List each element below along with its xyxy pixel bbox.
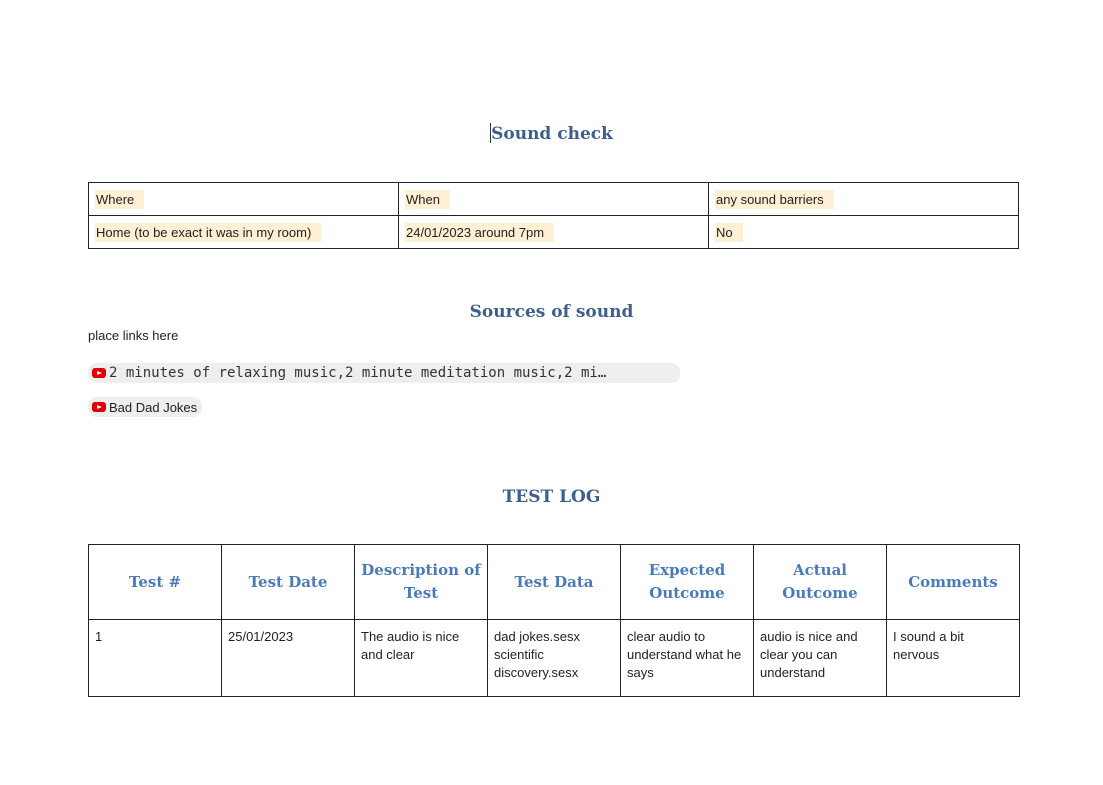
cell-test-date[interactable]: 25/01/2023 <box>221 619 355 697</box>
cell-text: any sound barriers <box>715 189 834 209</box>
column-header-expected-outcome[interactable]: Expected Outcome <box>620 544 754 620</box>
cell-actual-outcome[interactable]: audio is nice and clear you can understa… <box>753 619 887 697</box>
column-header-test-data[interactable]: Test Data <box>487 544 621 620</box>
document-title-text: Sound check <box>491 124 613 144</box>
test-log-table: Test # Test Date Description of Test Tes… <box>88 544 1020 697</box>
info-cell-when-header[interactable]: When <box>398 182 709 216</box>
link-chip-title: 2 minutes of relaxing music,2 minute med… <box>109 365 607 381</box>
link-chip-title: Bad Dad Jokes <box>109 399 198 415</box>
cell-text: When <box>405 189 450 209</box>
place-links-note: place links here <box>88 328 179 343</box>
info-cell-barriers-header[interactable]: any sound barriers <box>708 182 1019 216</box>
info-table-row: Home (to be exact it was in my room) 24/… <box>88 215 1019 249</box>
sources-heading: Sources of sound <box>469 302 634 322</box>
cell-expected-outcome[interactable]: clear audio to understand what he says <box>620 619 754 697</box>
table-row: 1 25/01/2023 The audio is nice and clear… <box>88 619 1020 697</box>
document-title: Sound check <box>0 123 1103 144</box>
column-header-test-date[interactable]: Test Date <box>221 544 355 620</box>
column-header-comments[interactable]: Comments <box>886 544 1020 620</box>
cell-test-data[interactable]: dad jokes.sesx scientific discovery.sesx <box>487 619 621 697</box>
youtube-icon <box>92 402 106 412</box>
info-cell-where-header[interactable]: Where <box>88 182 399 216</box>
cell-comments[interactable]: I sound a bit nervous <box>886 619 1020 697</box>
cell-text: No <box>715 222 743 242</box>
cell-test-number[interactable]: 1 <box>88 619 222 697</box>
info-table-header-row: Where When any sound barriers <box>88 182 1019 216</box>
info-cell-barriers[interactable]: No <box>708 215 1019 249</box>
info-cell-where[interactable]: Home (to be exact it was in my room) <box>88 215 399 249</box>
test-log-heading: TEST LOG <box>502 487 601 507</box>
cell-text: Home (to be exact it was in my room) <box>95 222 322 242</box>
cell-text: Where <box>95 189 145 209</box>
column-header-description[interactable]: Description of Test <box>354 544 488 620</box>
info-cell-when[interactable]: 24/01/2023 around 7pm <box>398 215 709 249</box>
youtube-link-chip-music[interactable]: 2 minutes of relaxing music,2 minute med… <box>88 363 680 383</box>
info-table: Where When any sound barriers Home (to b… <box>88 182 1019 249</box>
youtube-link-chip-jokes[interactable]: Bad Dad Jokes <box>88 397 203 417</box>
column-header-test-number[interactable]: Test # <box>88 544 222 620</box>
youtube-icon <box>92 368 106 378</box>
test-log-header-row: Test # Test Date Description of Test Tes… <box>88 544 1020 620</box>
cell-description[interactable]: The audio is nice and clear <box>354 619 488 697</box>
cell-text: 24/01/2023 around 7pm <box>405 222 555 242</box>
column-header-actual-outcome[interactable]: Actual Outcome <box>753 544 887 620</box>
